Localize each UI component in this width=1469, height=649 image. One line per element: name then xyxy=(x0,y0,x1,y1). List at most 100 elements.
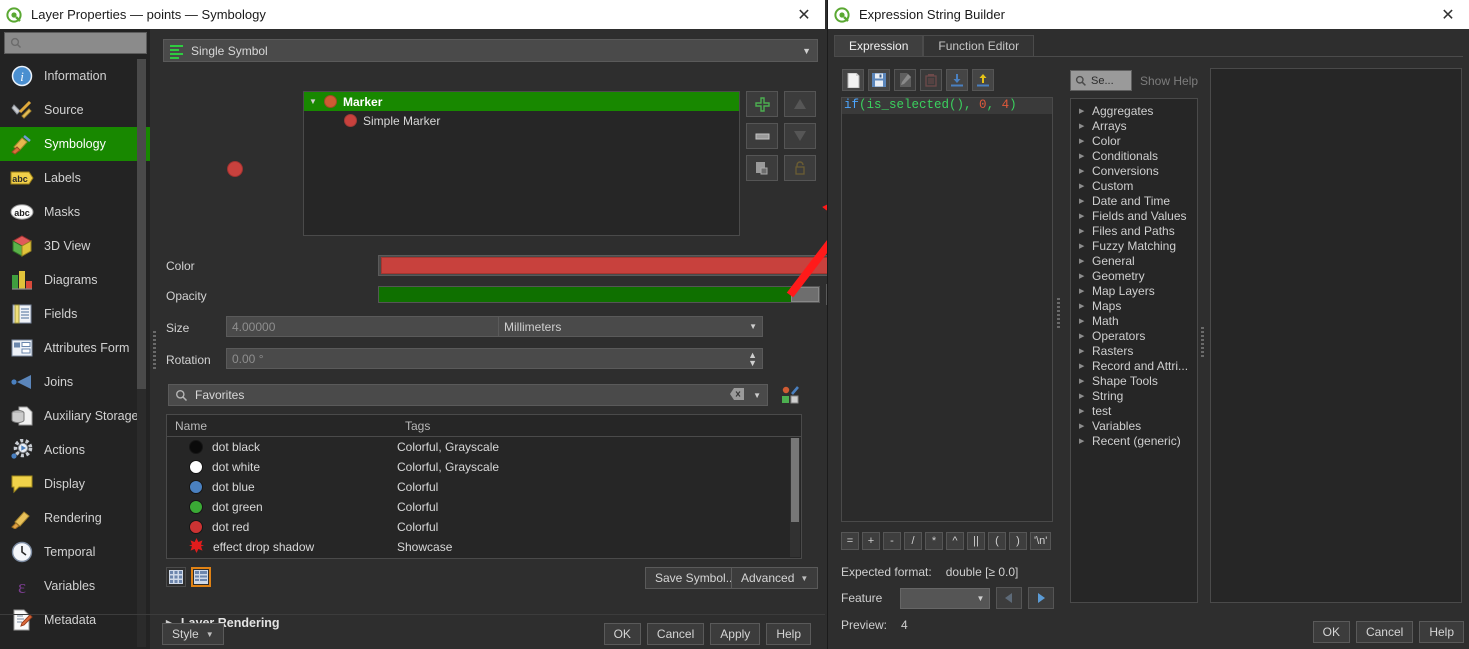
table-row[interactable]: dot white Colorful, Grayscale xyxy=(167,457,801,477)
operator-button[interactable]: + xyxy=(862,532,880,550)
expand-triangle-icon[interactable]: ▶ xyxy=(1079,227,1085,235)
move-down-button[interactable] xyxy=(784,123,816,149)
move-up-button[interactable] xyxy=(784,91,816,117)
function-tree-splitter-handle[interactable] xyxy=(1200,325,1205,367)
operator-button[interactable]: || xyxy=(967,532,985,550)
sidebar-item-temporal[interactable]: Temporal xyxy=(0,535,150,569)
remove-symbol-layer-button[interactable] xyxy=(746,123,778,149)
table-row[interactable]: dot red Colorful xyxy=(167,517,801,537)
operator-button[interactable]: ^ xyxy=(946,532,964,550)
style-manager-button[interactable] xyxy=(780,385,800,405)
import-expressions-button[interactable] xyxy=(946,69,968,91)
expand-triangle-icon[interactable]: ▶ xyxy=(1079,122,1085,130)
chevron-down-icon[interactable]: ▼ xyxy=(753,391,761,400)
expand-triangle-icon[interactable]: ▶ xyxy=(1079,392,1085,400)
list-view-button[interactable] xyxy=(191,567,211,587)
function-category-test[interactable]: ▶ test xyxy=(1071,403,1197,418)
style-symbol-table[interactable]: Name Tags dot black Colorful, Grayscale do… xyxy=(166,414,802,559)
tab-function-editor[interactable]: Function Editor xyxy=(923,35,1035,56)
sidebar-item-variables[interactable]: ε Variables xyxy=(0,569,150,603)
new-file-button[interactable] xyxy=(842,69,864,91)
ok-button[interactable]: OK xyxy=(603,623,641,645)
advanced-button[interactable]: Advanced ▼ xyxy=(731,567,819,589)
duplicate-layer-button[interactable] xyxy=(746,155,778,181)
tab-expression[interactable]: Expression xyxy=(834,35,924,56)
table-row[interactable]: dot green Colorful xyxy=(167,497,801,517)
function-category-arrays[interactable]: ▶ Arrays xyxy=(1071,118,1197,133)
ok-button[interactable]: OK xyxy=(1312,621,1350,643)
operator-button[interactable]: * xyxy=(925,532,943,550)
apply-button[interactable]: Apply xyxy=(710,623,761,645)
grid-view-button[interactable] xyxy=(166,567,186,587)
size-unit-combo[interactable]: Millimeters ▼ xyxy=(498,316,763,337)
symbol-layer-row-marker[interactable]: ▼ Marker xyxy=(304,92,739,111)
operator-button[interactable]: = xyxy=(841,532,859,550)
show-help-button[interactable]: Show Help xyxy=(1140,70,1198,91)
expand-triangle-icon[interactable]: ▶ xyxy=(1079,422,1085,430)
table-row[interactable]: dot black Colorful, Grayscale xyxy=(167,437,801,457)
export-expressions-button[interactable] xyxy=(972,69,994,91)
sidebar-splitter-handle[interactable] xyxy=(152,329,157,375)
expand-triangle-icon[interactable]: ▶ xyxy=(1079,332,1085,340)
expand-triangle-icon[interactable]: ▶ xyxy=(1079,287,1085,295)
expand-triangle-icon[interactable]: ▶ xyxy=(1079,107,1085,115)
lock-layer-button[interactable] xyxy=(784,155,816,181)
expand-triangle-icon[interactable]: ▶ xyxy=(1079,167,1085,175)
expand-triangle-icon[interactable]: ▶ xyxy=(1079,212,1085,220)
rotation-spinbox[interactable]: 0.00 ° ▲ ▼ xyxy=(226,348,763,369)
function-category-general[interactable]: ▶ General xyxy=(1071,253,1197,268)
previous-feature-button[interactable] xyxy=(996,587,1023,609)
style-filter-combo[interactable]: Favorites ▼ xyxy=(168,384,768,406)
expand-triangle-icon[interactable]: ▶ xyxy=(1079,197,1085,205)
sidebar-item-information[interactable]: i Information xyxy=(0,59,150,93)
function-category-recent-generic[interactable]: ▶ Recent (generic) xyxy=(1071,433,1197,448)
column-header-tags[interactable]: Tags xyxy=(397,415,801,436)
expand-triangle-icon[interactable]: ▶ xyxy=(1079,182,1085,190)
opacity-slider-handle[interactable] xyxy=(791,287,819,302)
column-header-name[interactable]: Name xyxy=(167,415,397,436)
opacity-slider[interactable] xyxy=(378,286,820,303)
expand-triangle-icon[interactable]: ▶ xyxy=(1079,242,1085,250)
function-category-color[interactable]: ▶ Color xyxy=(1071,133,1197,148)
right-close-button[interactable]: ✕ xyxy=(1433,2,1463,28)
function-category-tree[interactable]: ▶ Aggregates ▶ Arrays ▶ Color ▶ Conditionals ▶ Co… xyxy=(1070,98,1198,603)
expand-triangle-icon[interactable]: ▶ xyxy=(1079,272,1085,280)
operator-button[interactable]: '\n' xyxy=(1030,532,1052,550)
feature-select[interactable]: ▼ xyxy=(900,587,991,609)
function-category-aggregates[interactable]: ▶ Aggregates xyxy=(1071,103,1197,118)
sidebar-scrollbar[interactable] xyxy=(137,59,146,647)
expand-triangle-icon[interactable]: ▶ xyxy=(1079,137,1085,145)
function-category-conditionals[interactable]: ▶ Conditionals xyxy=(1071,148,1197,163)
renderer-type-combo[interactable]: Single Symbol ▼ xyxy=(163,39,818,62)
chevron-down-icon[interactable]: ▼ xyxy=(749,322,757,331)
function-category-fuzzy-matching[interactable]: ▶ Fuzzy Matching xyxy=(1071,238,1197,253)
function-category-geometry[interactable]: ▶ Geometry xyxy=(1071,268,1197,283)
sidebar-item-fields[interactable]: Fields xyxy=(0,297,150,331)
function-category-map-layers[interactable]: ▶ Map Layers xyxy=(1071,283,1197,298)
expand-triangle-icon[interactable]: ▶ xyxy=(1079,377,1085,385)
save-expression-button[interactable] xyxy=(868,69,890,91)
function-category-rasters[interactable]: ▶ Rasters xyxy=(1071,343,1197,358)
sidebar-item-source[interactable]: Source xyxy=(0,93,150,127)
help-button[interactable]: Help xyxy=(766,623,811,645)
sidebar-item-actions[interactable]: Actions xyxy=(0,433,150,467)
symbol-layer-tree[interactable]: ▼ Marker Simple Marker xyxy=(303,91,740,236)
sidebar-item-3d-view[interactable]: 3D View xyxy=(0,229,150,263)
sidebar-search-input[interactable] xyxy=(4,32,147,54)
expand-triangle-icon[interactable]: ▶ xyxy=(1079,362,1085,370)
symbol-layer-row-simple-marker[interactable]: Simple Marker xyxy=(304,111,739,130)
function-category-string[interactable]: ▶ String xyxy=(1071,388,1197,403)
style-menu-button[interactable]: Style ▼ xyxy=(162,623,224,645)
sidebar-item-labels[interactable]: abc Labels xyxy=(0,161,150,195)
function-category-fields-and-values[interactable]: ▶ Fields and Values xyxy=(1071,208,1197,223)
expand-triangle-icon[interactable]: ▶ xyxy=(1079,437,1085,445)
expand-triangle-icon[interactable]: ▶ xyxy=(1079,152,1085,160)
expand-triangle-icon[interactable]: ▼ xyxy=(308,97,318,106)
cancel-button[interactable]: Cancel xyxy=(646,623,705,645)
expression-text-editor[interactable]: if(is_selected(), 0, 4) xyxy=(841,97,1053,522)
sidebar-item-display[interactable]: Display xyxy=(0,467,150,501)
operator-button[interactable]: - xyxy=(883,532,901,550)
spinner-arrows-icon[interactable]: ▲▼ xyxy=(748,350,757,367)
left-close-button[interactable]: ✕ xyxy=(789,2,819,28)
sidebar-item-masks[interactable]: abc Masks xyxy=(0,195,150,229)
